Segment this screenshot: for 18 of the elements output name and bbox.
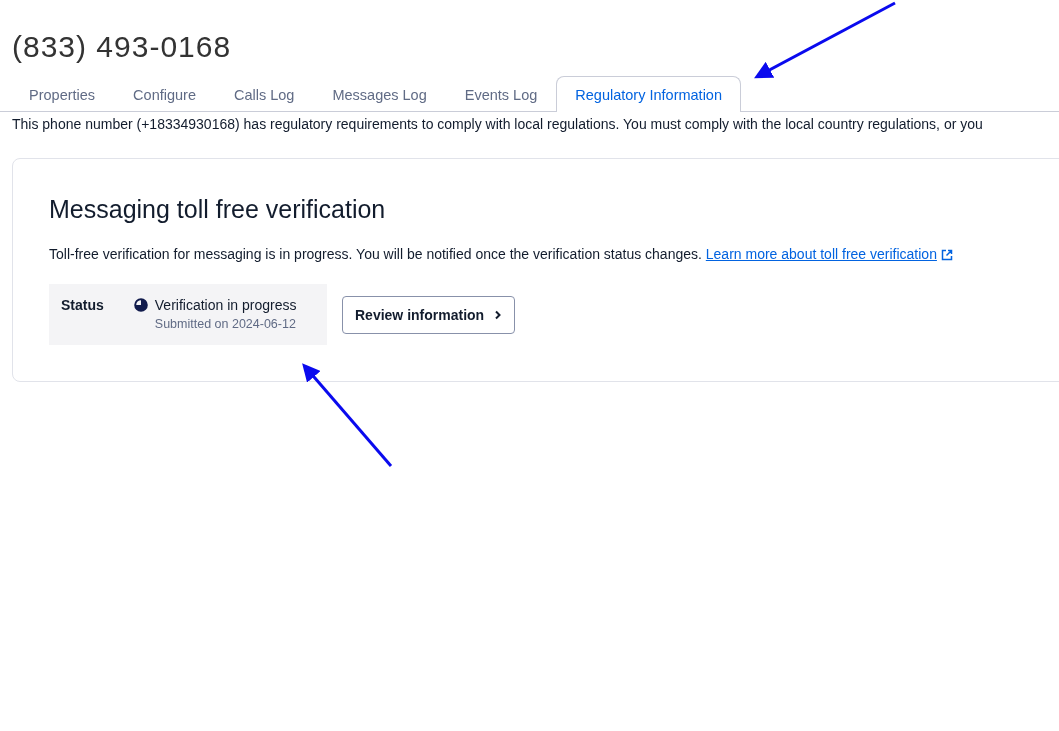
page-title: (833) 493-0168 (12, 30, 232, 64)
card-heading: Messaging toll free verification (49, 195, 387, 224)
chevron-right-icon (494, 309, 503, 320)
tab[interactable]: Calls Log (214, 76, 314, 112)
notice-text: This phone number (+18334930168) has regulatory requirements to comply with local regulations. You must comply with the local country regulations, or you (12, 116, 984, 132)
status-value: Verification in progress (154, 297, 297, 313)
tab[interactable]: Events Log (445, 76, 557, 112)
review-information-button[interactable]: Review information (342, 295, 516, 334)
submitted-date: Submitted on 2024-06-12 (153, 317, 297, 331)
learn-more-link[interactable]: Learn more about toll free verification (705, 246, 937, 262)
external-link-icon (940, 249, 953, 261)
in-progress-icon (133, 298, 148, 312)
tab[interactable]: Regulatory Information (556, 76, 741, 112)
description-text: Toll-free verification for messaging is in progress. You will be notified once the verification status changes. Learn more about toll free verification (49, 246, 1059, 262)
tab[interactable]: Properties (10, 76, 115, 112)
tab[interactable]: Messages Log (313, 76, 446, 112)
tab[interactable]: Configure (114, 76, 215, 112)
status-label: Status (61, 297, 104, 315)
